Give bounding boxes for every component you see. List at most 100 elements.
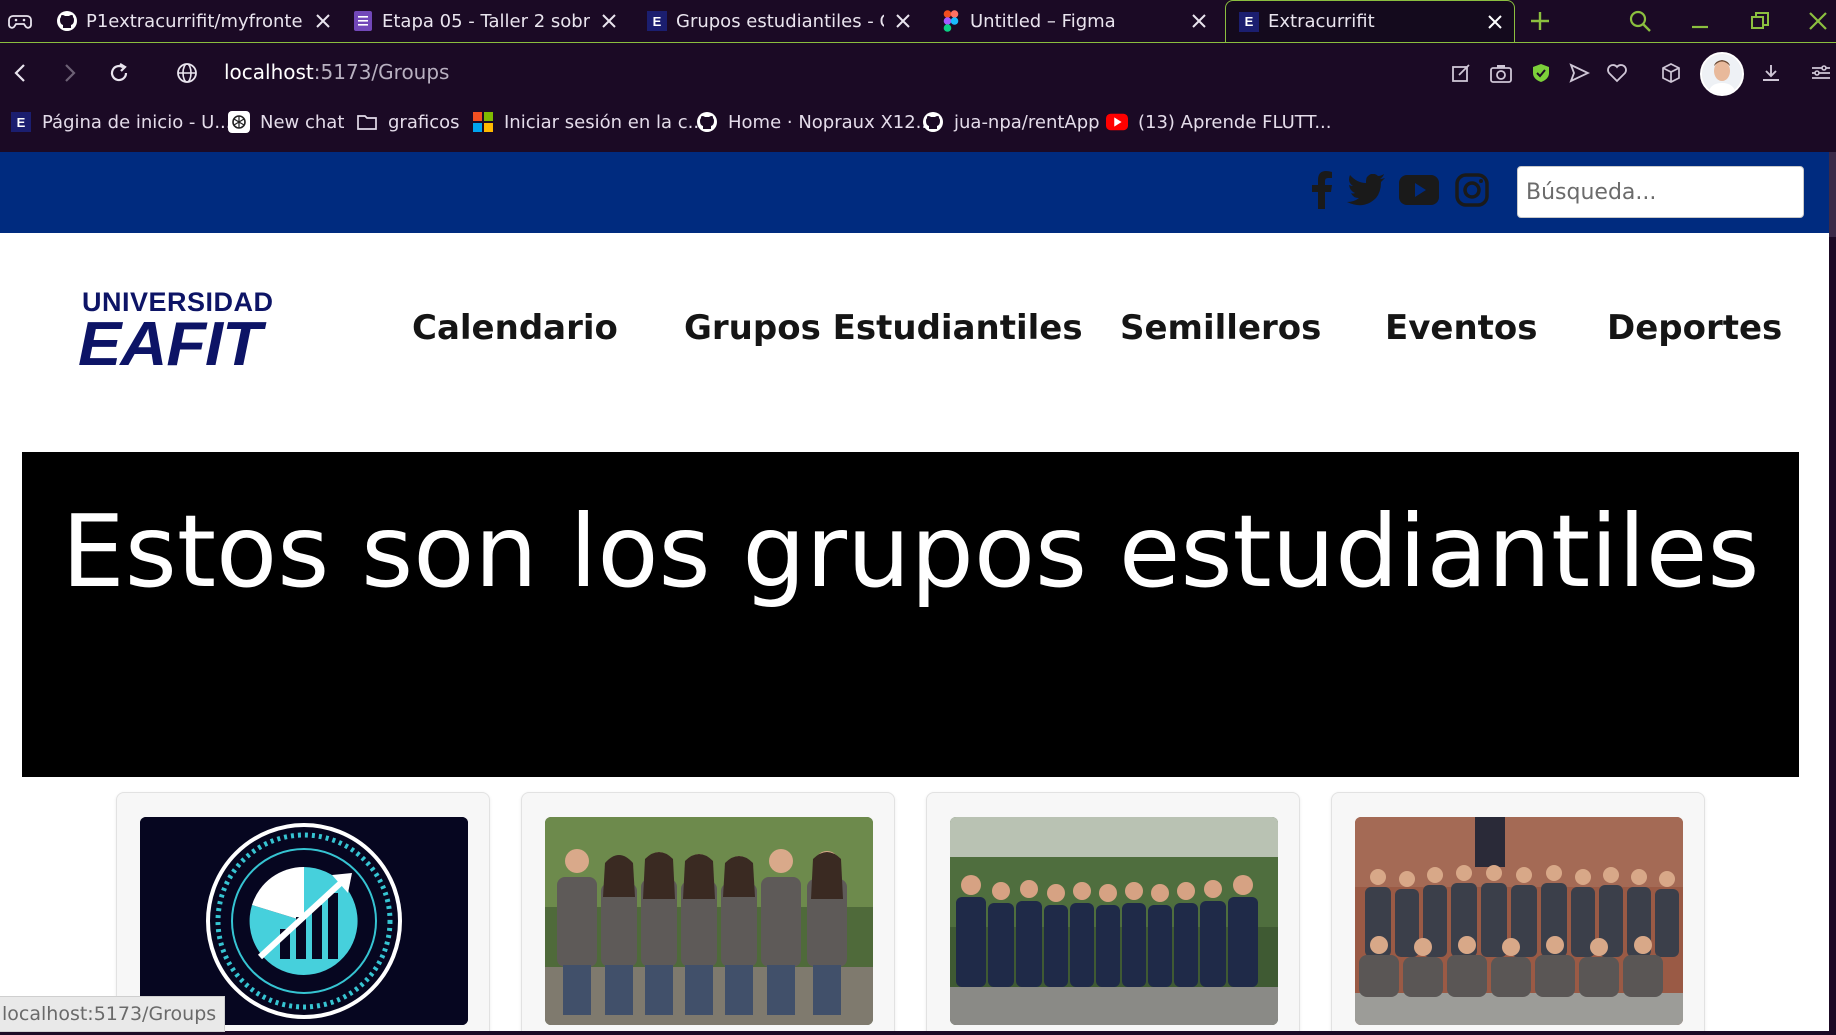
tab-grupos-estudiantiles[interactable]: E Grupos estudiantiles - Can: [646, 0, 914, 42]
search-icon: [1629, 10, 1651, 32]
forward-button[interactable]: [54, 58, 84, 88]
bookmark-rentapp[interactable]: jua-npa/rentApp: [922, 108, 1100, 136]
search-input[interactable]: [1517, 166, 1804, 218]
microsoft-icon: [472, 111, 494, 133]
arrow-left-icon: [14, 64, 25, 82]
nav-eventos[interactable]: Eventos: [1385, 308, 1538, 348]
hero-banner: Estos son los grupos estudiantiles: [22, 452, 1799, 777]
eafit-icon: E: [646, 10, 668, 32]
figma-icon: [940, 10, 962, 32]
forms-icon: [352, 10, 374, 32]
site-header: UNIVERSIDAD EAFIT Calendario Grupos Estu…: [0, 233, 1829, 443]
close-window-button[interactable]: [1800, 4, 1836, 38]
bookmark-graficos[interactable]: graficos: [356, 108, 459, 136]
settings-button[interactable]: [1806, 58, 1836, 88]
page-content: UNIVERSIDAD EAFIT Calendario Grupos Estu…: [0, 152, 1829, 1031]
bookmark-iniciar-sesion[interactable]: Iniciar sesión en la c...: [472, 108, 705, 136]
eafit-icon: E: [10, 111, 32, 133]
new-tab-button[interactable]: [1522, 4, 1558, 38]
group-photo-image: [545, 817, 873, 1025]
nav-deportes[interactable]: Deportes: [1607, 308, 1782, 348]
group-card[interactable]: [521, 792, 895, 1031]
bookmarks-bar: E Página de inicio - U... New chat grafi…: [0, 104, 1836, 140]
twitter-link[interactable]: [1346, 171, 1386, 209]
bookmark-new-chat[interactable]: New chat: [228, 108, 344, 136]
download-icon: [1763, 65, 1779, 81]
tab-figma[interactable]: Untitled – Figma: [940, 0, 1210, 42]
arrow-right-icon: [65, 64, 76, 82]
nav-grupos-estudiantiles[interactable]: Grupos Estudiantiles: [684, 308, 1083, 348]
globe-icon: [177, 63, 197, 83]
group-photo-image: [950, 817, 1278, 1025]
close-icon[interactable]: [1188, 10, 1210, 32]
send-icon: [1569, 63, 1590, 83]
favorites-button[interactable]: [1602, 58, 1632, 88]
close-icon[interactable]: [1484, 11, 1506, 33]
nav-semilleros[interactable]: Semilleros: [1120, 308, 1321, 348]
group-logo-image: [140, 817, 468, 1025]
scrollbar-thumb[interactable]: [1829, 152, 1836, 237]
bookmark-home-noprauxx[interactable]: Home · Nopraux X12...: [696, 108, 933, 136]
twitter-icon: [1347, 174, 1385, 206]
bookmark-aprende-flutter[interactable]: (13) Aprende FLUTT...: [1106, 108, 1331, 136]
send-button[interactable]: [1564, 58, 1594, 88]
heart-icon: [1607, 64, 1627, 83]
github-icon: [922, 111, 944, 133]
facebook-icon: [1312, 171, 1332, 209]
url-field[interactable]: localhost:5173/Groups: [224, 60, 449, 84]
youtube-link[interactable]: [1398, 171, 1440, 209]
bookmark-pagina-inicio[interactable]: E Página de inicio - U...: [10, 108, 231, 136]
nav-calendario[interactable]: Calendario: [412, 308, 618, 348]
extensions-button[interactable]: [1656, 58, 1686, 88]
tab-bar: P1extracurrifit/myfrontend Etapa 05 - Ta…: [0, 0, 1836, 43]
vpn-button[interactable]: [1526, 58, 1556, 88]
edit-share-icon: [1452, 64, 1470, 82]
url-path: :5173/Groups: [313, 60, 450, 84]
gamepad-icon[interactable]: [8, 10, 32, 32]
youtube-icon: [1106, 111, 1128, 133]
bookmark-label: Iniciar sesión en la c...: [504, 111, 705, 133]
back-button[interactable]: [6, 58, 36, 88]
github-icon: [696, 111, 718, 133]
bookmark-label: graficos: [388, 111, 460, 133]
bookmark-label: New chat: [260, 111, 345, 133]
search-tabs-button[interactable]: [1622, 4, 1658, 38]
close-icon[interactable]: [598, 10, 620, 32]
sliders-icon: [1812, 65, 1830, 79]
top-utility-bar: [0, 152, 1829, 233]
site-info-button[interactable]: [172, 58, 202, 88]
bookmark-label: Home · Nopraux X12...: [728, 111, 933, 133]
restore-button[interactable]: [1742, 4, 1778, 38]
tab-title: Grupos estudiantiles - Can: [676, 10, 884, 32]
easy-setup-button[interactable]: [1446, 58, 1476, 88]
hero-title: Estos son los grupos estudiantiles: [61, 493, 1760, 610]
tab-title: P1extracurrifit/myfrontend: [86, 10, 304, 32]
minimize-button[interactable]: [1682, 4, 1718, 38]
vertical-scrollbar[interactable]: [1829, 152, 1836, 1031]
bookmark-label: jua-npa/rentApp: [954, 111, 1100, 133]
camera-icon: [1490, 65, 1512, 83]
tab-github-frontend[interactable]: P1extracurrifit/myfrontend: [56, 0, 334, 42]
restore-icon: [1751, 12, 1769, 29]
tab-taller-django[interactable]: Etapa 05 - Taller 2 sobre Dj: [352, 0, 620, 42]
group-card[interactable]: [1331, 792, 1705, 1031]
group-photo: [545, 817, 873, 1025]
downloads-button[interactable]: [1756, 58, 1786, 88]
tab-bar-divider: [0, 42, 1836, 43]
tab-extracurrifit[interactable]: E Extracurrifit: [1225, 0, 1515, 42]
eafit-logo[interactable]: UNIVERSIDAD EAFIT: [78, 287, 284, 379]
group-card[interactable]: [926, 792, 1300, 1031]
folder-icon: [356, 111, 378, 133]
cube-icon: [1662, 63, 1680, 83]
facebook-link[interactable]: [1308, 171, 1336, 209]
close-icon[interactable]: [312, 10, 334, 32]
instagram-link[interactable]: [1454, 171, 1490, 209]
tab-title: Extracurrifit: [1268, 11, 1375, 32]
eafit-icon: E: [1238, 11, 1260, 33]
browser-chrome: P1extracurrifit/myfrontend Etapa 05 - Ta…: [0, 0, 1836, 152]
reload-button[interactable]: [104, 58, 134, 88]
avatar[interactable]: [1700, 52, 1744, 96]
url-host: localhost: [224, 60, 314, 84]
close-icon[interactable]: [892, 10, 914, 32]
snapshot-button[interactable]: [1486, 58, 1516, 88]
